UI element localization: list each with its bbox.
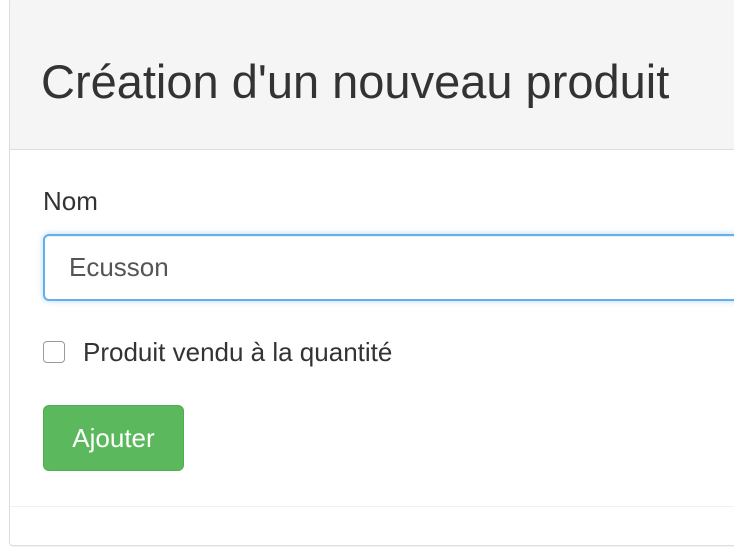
name-input[interactable]: [43, 234, 734, 301]
sold-by-quantity-label[interactable]: Produit vendu à la quantité: [83, 337, 392, 367]
sold-by-quantity-checkbox[interactable]: [43, 341, 65, 363]
page-title: Création d'un nouveau produit: [41, 55, 670, 108]
panel-heading: Création d'un nouveau produit: [10, 0, 734, 150]
product-form-panel: Création d'un nouveau produit Nom Produi…: [9, 0, 734, 546]
add-button[interactable]: Ajouter: [43, 405, 184, 471]
panel-footer: [10, 506, 734, 545]
panel-body: Nom Produit vendu à la quantité Ajouter: [10, 150, 734, 506]
sold-by-quantity-checkbox-row[interactable]: Produit vendu à la quantité: [43, 336, 392, 368]
name-label: Nom: [43, 186, 98, 216]
